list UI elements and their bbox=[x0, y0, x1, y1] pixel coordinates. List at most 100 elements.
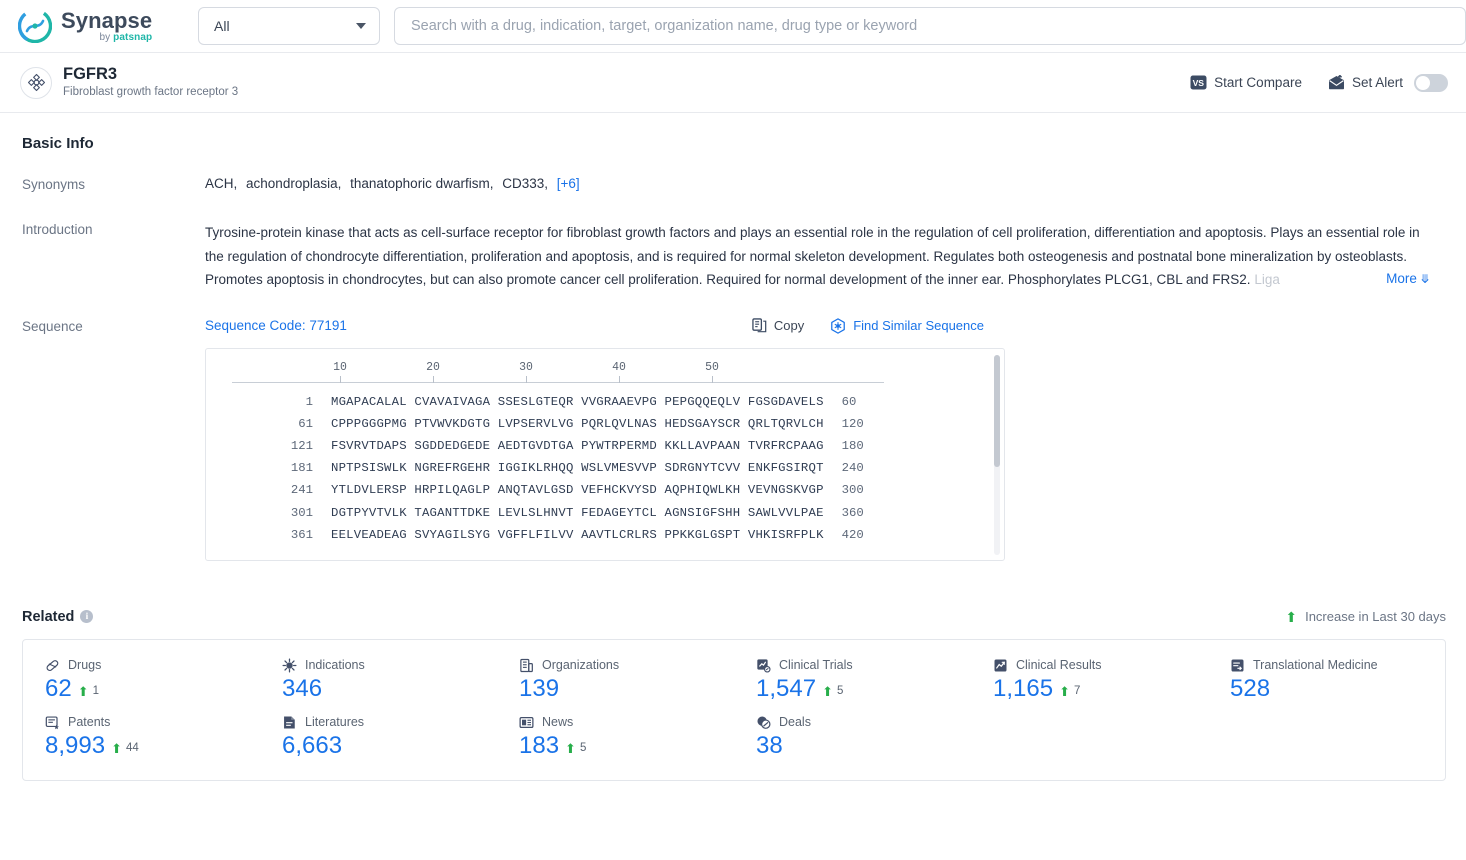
logo-subtitle: by patsnap bbox=[99, 31, 153, 43]
related-item-drugs[interactable]: Drugs 62 ⬆ 1 bbox=[23, 658, 260, 703]
top-bar: Synapse by patsnap All bbox=[0, 0, 1466, 53]
related-item-clinical-trials[interactable]: Clinical Trials 1,547 ⬆ 5 bbox=[734, 658, 971, 703]
start-compare-label: Start Compare bbox=[1214, 75, 1302, 90]
related-header: Related i ⬆ Increase in Last 30 days bbox=[22, 609, 1446, 625]
search-category-select[interactable]: All bbox=[198, 7, 380, 45]
introduction-more-link[interactable]: More ⤋ bbox=[1385, 267, 1430, 292]
related-value[interactable]: 62 bbox=[45, 675, 72, 703]
ruler-tick-mark bbox=[712, 375, 713, 383]
related-item-indications[interactable]: Indications 346 bbox=[260, 657, 497, 703]
sequence-start-index: 181 bbox=[290, 461, 313, 476]
synonym-item: thanatophoric dwarfism, bbox=[350, 176, 494, 191]
sequence-end-index: 240 bbox=[841, 461, 864, 476]
related-item-deals[interactable]: Deals 38 bbox=[734, 715, 971, 760]
sequence-line: 301 DGTPYVTVLK TAGANTTDKE LEVLSLHNVT FED… bbox=[206, 502, 1004, 524]
related-label: Clinical Trials bbox=[779, 658, 853, 672]
sequence-code-link[interactable]: Sequence Code: 77191 bbox=[205, 318, 347, 333]
related-value[interactable]: 38 bbox=[756, 732, 783, 760]
related-delta: ⬆ 1 bbox=[78, 685, 99, 698]
sequence-end-index: 420 bbox=[841, 527, 864, 542]
related-label: Deals bbox=[779, 715, 811, 729]
chevron-double-down-icon: ⤋ bbox=[1419, 272, 1430, 286]
related-delta: ⬆ 5 bbox=[822, 685, 843, 698]
sequence-residues: DGTPYVTVLK TAGANTTDKE LEVLSLHNVT FEDAGEY… bbox=[331, 505, 824, 520]
related-value[interactable]: 1,165 bbox=[993, 675, 1053, 703]
related-label: Indications bbox=[305, 658, 365, 672]
sequence-lines: 1 MGAPACALAL CVAVAIVAGA SSESLGTEQR VVGRA… bbox=[206, 391, 1004, 546]
related-value[interactable]: 8,993 bbox=[45, 732, 105, 760]
related-value[interactable]: 528 bbox=[1230, 675, 1270, 703]
related-label: Translational Medicine bbox=[1253, 658, 1378, 672]
sequence-viewer[interactable]: 10 20 30 40 50 1 MGAPACALAL CVAVAIVAGA S… bbox=[205, 347, 1005, 561]
arrow-up-icon: ⬆ bbox=[1285, 608, 1298, 625]
related-item-literatures[interactable]: Literatures 6,663 bbox=[260, 715, 497, 760]
related-item-news[interactable]: News 183 ⬆ 5 bbox=[497, 715, 734, 760]
related-delta: ⬆ 44 bbox=[111, 742, 139, 755]
clinical-trial-icon bbox=[756, 658, 771, 673]
sequence-line: 181 NPTPSISWLK NGREFRGEHR IGGIKLRHQQ WSL… bbox=[206, 457, 1004, 479]
find-similar-sequence-button[interactable]: Find Similar Sequence bbox=[830, 317, 984, 334]
sequence-row: Sequence Sequence Code: 77191 Copy Find … bbox=[22, 317, 1446, 561]
target-icon bbox=[20, 66, 52, 99]
related-label: Literatures bbox=[305, 715, 365, 729]
synapse-logo-icon bbox=[17, 8, 53, 44]
related-delta-value: 5 bbox=[579, 742, 587, 754]
related-value[interactable]: 1,547 bbox=[756, 675, 816, 703]
related-label: Organizations bbox=[542, 658, 620, 672]
clinical-result-icon bbox=[993, 658, 1008, 673]
related-item-translational-medicine[interactable]: Translational Medicine 528 bbox=[1208, 658, 1445, 703]
ruler-tick: 20 bbox=[426, 360, 440, 374]
info-icon[interactable]: i bbox=[80, 610, 94, 623]
ruler-tick-mark bbox=[340, 375, 341, 383]
page-title: FGFR3 bbox=[63, 64, 118, 83]
literature-icon bbox=[282, 715, 297, 730]
related-item-clinical-results[interactable]: Clinical Results 1,165 ⬆ 7 bbox=[971, 658, 1208, 703]
synonyms-more-link[interactable]: [+6] bbox=[557, 176, 580, 191]
copy-sequence-button[interactable]: Copy bbox=[752, 318, 804, 333]
introduction-truncated-tail: Liga bbox=[1254, 272, 1280, 287]
set-alert-label: Set Alert bbox=[1351, 75, 1403, 90]
arrow-up-icon: ⬆ bbox=[111, 740, 122, 756]
sequence-residues: CPPPGGGPMG PTVWVKDGTG LVPSERVLVG PQRLQVL… bbox=[331, 416, 824, 431]
introduction-text: Tyrosine-protein kinase that acts as cel… bbox=[205, 225, 1420, 287]
app-logo[interactable]: Synapse by patsnap bbox=[17, 8, 176, 44]
ruler-tick: 50 bbox=[705, 360, 719, 374]
sequence-line: 241 YTLDVLERSP HRPILQAGLP ANQTAVLGSD VEF… bbox=[206, 479, 1004, 501]
increase-legend-label: Increase in Last 30 days bbox=[1305, 609, 1446, 624]
global-search-box[interactable] bbox=[394, 7, 1466, 45]
sequence-scrollbar-thumb[interactable] bbox=[994, 354, 1000, 467]
related-label: Patents bbox=[68, 715, 111, 729]
sequence-residues: YTLDVLERSP HRPILQAGLP ANQTAVLGSD VEFHCKV… bbox=[331, 483, 824, 498]
related-value[interactable]: 6,663 bbox=[282, 732, 342, 760]
set-alert-toggle[interactable] bbox=[1414, 73, 1448, 92]
patent-icon bbox=[45, 715, 60, 730]
chevron-down-icon bbox=[356, 23, 366, 29]
related-delta-value: 44 bbox=[125, 742, 139, 754]
sequence-end-index: 60 bbox=[841, 394, 857, 409]
start-compare-button[interactable]: VS Start Compare bbox=[1190, 75, 1302, 90]
related-item-patents[interactable]: Patents 8,993 ⬆ 44 bbox=[23, 715, 260, 760]
search-input[interactable] bbox=[411, 18, 1449, 34]
copy-icon bbox=[752, 318, 767, 333]
building-icon bbox=[519, 658, 534, 673]
svg-text:VS: VS bbox=[1193, 78, 1205, 88]
sequence-end-index: 300 bbox=[841, 483, 864, 498]
sequence-residues: FSVRVTDAPS SGDDEDGEDE AEDTGVDTGA PYWTRPE… bbox=[331, 438, 824, 453]
set-alert-control[interactable]: Set Alert bbox=[1328, 73, 1448, 92]
arrow-up-icon: ⬆ bbox=[1059, 683, 1070, 699]
sequence-residues: EELVEADEAG SVYAGILSYG VGFFLFILVV AAVTLCR… bbox=[331, 527, 824, 542]
sequence-header: Sequence Code: 77191 Copy Find Similar S… bbox=[205, 317, 1446, 334]
sequence-start-index: 1 bbox=[305, 394, 313, 409]
related-value[interactable]: 346 bbox=[282, 675, 322, 703]
ruler-tick: 10 bbox=[333, 360, 347, 374]
sequence-scrollbar[interactable] bbox=[994, 354, 1000, 555]
related-value[interactable]: 139 bbox=[519, 675, 559, 703]
sequence-start-index: 241 bbox=[290, 483, 313, 498]
related-value[interactable]: 183 bbox=[519, 732, 559, 760]
arrow-up-icon: ⬆ bbox=[565, 740, 576, 756]
ruler-tick-mark bbox=[619, 375, 620, 383]
related-delta: ⬆ 7 bbox=[1059, 685, 1080, 698]
synonym-item: ACH, bbox=[205, 176, 238, 191]
sequence-line: 121 FSVRVTDAPS SGDDEDGEDE AEDTGVDTGA PYW… bbox=[206, 435, 1004, 457]
related-item-organizations[interactable]: Organizations 139 bbox=[497, 658, 734, 703]
